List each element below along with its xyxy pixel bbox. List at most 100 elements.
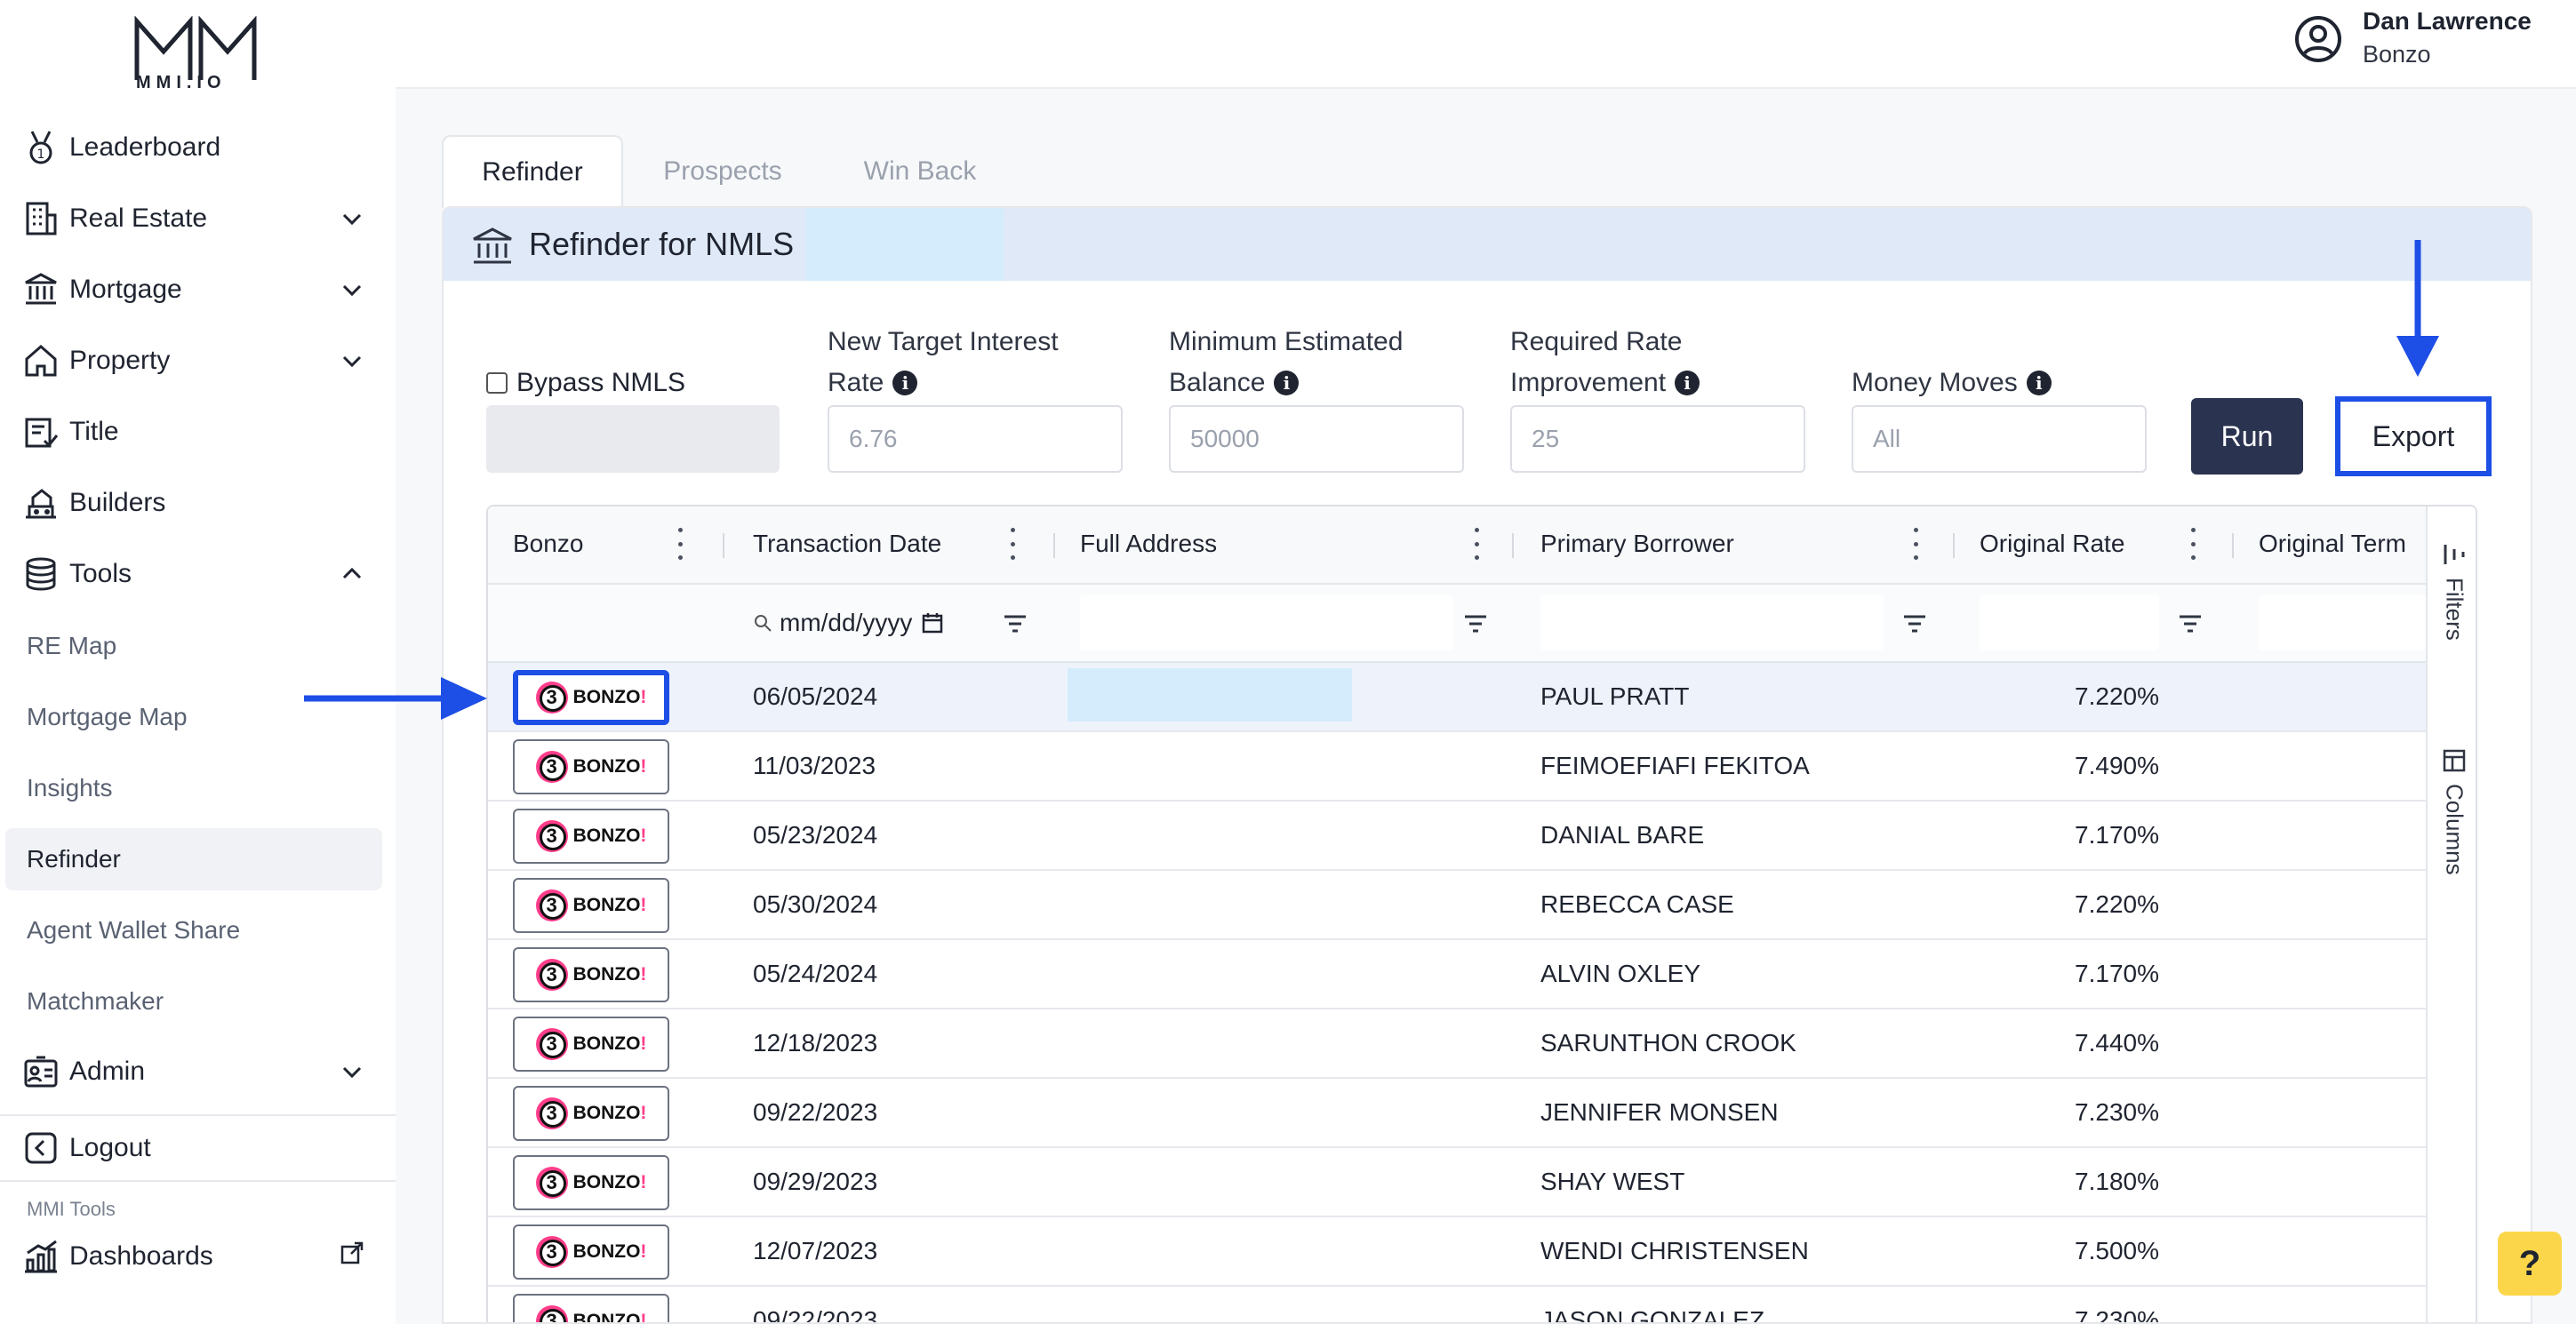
target-rate-label: New Target Interest Rate i — [828, 322, 1059, 403]
info-icon[interactable]: i — [1274, 371, 1300, 395]
table-row[interactable]: 3 BONZO! 09/29/2023 SHAY WEST 7.180% — [488, 1148, 2426, 1217]
sidebar-subitem-insights[interactable]: Insights — [27, 760, 113, 817]
bonzo-button[interactable]: 3 BONZO! — [513, 1224, 669, 1280]
sidebar-subitem-agent-wallet-share[interactable]: Agent Wallet Share — [27, 902, 240, 959]
cell-transaction-date: 12/18/2023 — [753, 1029, 878, 1057]
sidebar-item-logout[interactable]: Logout — [21, 1120, 373, 1176]
sidebar-item-label: Tools — [69, 559, 132, 588]
sidebar-item-builders[interactable]: Builders — [21, 475, 373, 531]
search-icon — [755, 615, 772, 632]
tab-win-back[interactable]: Win Back — [836, 135, 1004, 208]
bonzo-logo-icon: 3 BONZO! — [535, 889, 646, 921]
sidebar-item-dashboards[interactable]: Dashboards — [21, 1228, 373, 1285]
chevron-down-icon[interactable] — [340, 277, 364, 302]
table-row[interactable]: 3 BONZO! 11/03/2023 FEIMOEFIAFI FEKITOA 7.49… — [488, 732, 2426, 802]
sidebar-subitem-mortgage-map[interactable]: Mortgage Map — [27, 689, 188, 746]
column-separator[interactable] — [1512, 533, 1514, 558]
tab-prospects[interactable]: Prospects — [640, 135, 805, 208]
sidebar-item-real-estate[interactable]: Real Estate — [21, 190, 373, 247]
column-header-transaction-date[interactable]: Transaction Date — [753, 530, 941, 558]
filter-icon[interactable] — [1901, 611, 1928, 636]
title-document-icon — [21, 412, 60, 451]
run-button[interactable]: Run — [2191, 398, 2303, 475]
cell-primary-borrower: FEIMOEFIAFI FEKITOA — [1540, 752, 1810, 779]
chevron-down-icon[interactable] — [340, 348, 364, 373]
table-row[interactable]: 3 BONZO! 06/05/2024 PAUL PRATT 7.220% — [488, 663, 2426, 732]
sidebar-subitem-refinder[interactable]: Refinder — [27, 831, 121, 888]
annotation-arrow-down-icon — [2396, 240, 2439, 377]
external-link-icon[interactable] — [340, 1240, 364, 1265]
column-header-primary-borrower[interactable]: Primary Borrower — [1540, 530, 1734, 558]
column-header-full-address[interactable]: Full Address — [1080, 530, 1217, 558]
tab-refinder[interactable]: Refinder — [442, 135, 623, 208]
column-menu-icon[interactable] — [1007, 528, 1018, 560]
bonzo-button[interactable]: 3 BONZO! — [513, 670, 669, 725]
table-row[interactable]: 3 BONZO! 12/07/2023 WENDI CHRISTENSEN 7.500% — [488, 1217, 2426, 1287]
column-menu-icon[interactable] — [1471, 528, 1482, 560]
sidebar-subitem-matchmaker[interactable]: Matchmaker — [27, 973, 164, 1030]
cell-primary-borrower: PAUL PRATT — [1540, 682, 1690, 710]
filters-side-tab[interactable]: Filters — [2435, 542, 2474, 641]
sidebar-item-admin[interactable]: Admin — [21, 1043, 373, 1100]
table-row[interactable]: 3 BONZO! 09/22/2023 JENNIFER MONSEN 7.230% — [488, 1079, 2426, 1148]
filter-icon[interactable] — [1002, 611, 1028, 636]
target-rate-input[interactable]: 6.76 — [828, 405, 1123, 473]
bonzo-button[interactable]: 3 BONZO! — [513, 947, 669, 1002]
sidebar-item-mortgage[interactable]: Mortgage — [21, 261, 373, 318]
table-row[interactable]: 3 BONZO! 05/24/2024 ALVIN OXLEY 7.170% — [488, 940, 2426, 1009]
sidebar-item-title[interactable]: Title — [21, 403, 373, 460]
column-menu-icon[interactable] — [1910, 528, 1921, 560]
column-header-bonzo[interactable]: Bonzo — [513, 530, 583, 558]
calendar-icon[interactable] — [921, 611, 944, 634]
cell-original-rate: 7.180% — [2075, 1168, 2159, 1195]
checkbox-box[interactable] — [486, 372, 508, 394]
bonzo-button[interactable]: 3 BONZO! — [513, 809, 669, 864]
column-menu-icon[interactable] — [675, 528, 685, 560]
info-icon[interactable]: i — [892, 371, 918, 395]
table-row[interactable]: 3 BONZO! 05/23/2024 DANIAL BARE 7.170% — [488, 802, 2426, 871]
bonzo-button[interactable]: 3 BONZO! — [513, 739, 669, 794]
column-separator[interactable] — [2232, 533, 2234, 558]
help-button[interactable]: ? — [2498, 1232, 2562, 1296]
bonzo-button[interactable]: 3 BONZO! — [513, 878, 669, 933]
user-avatar-icon[interactable] — [2293, 14, 2343, 64]
sidebar-item-leaderboard[interactable]: 1 Leaderboard — [21, 119, 373, 176]
term-filter-input[interactable] — [2259, 595, 2426, 650]
sidebar-item-label: Dashboards — [69, 1241, 213, 1271]
money-moves-select[interactable]: All — [1852, 405, 2147, 473]
info-icon[interactable]: i — [1675, 371, 1700, 395]
chevron-down-icon[interactable] — [340, 1059, 364, 1084]
column-separator[interactable] — [1053, 533, 1055, 558]
bonzo-button[interactable]: 3 BONZO! — [513, 1086, 669, 1141]
chevron-up-icon[interactable] — [340, 562, 364, 586]
table-row[interactable]: 3 BONZO! 09/22/2023 JASON GONZALEZ 7.230% — [488, 1287, 2426, 1322]
address-filter-input[interactable] — [1080, 595, 1453, 650]
column-menu-icon[interactable] — [2188, 528, 2198, 560]
column-separator[interactable] — [1953, 533, 1955, 558]
sidebar-item-property[interactable]: Property — [21, 332, 373, 389]
column-separator[interactable] — [723, 533, 724, 558]
date-filter-input[interactable]: mm/dd/yyyy — [753, 597, 995, 649]
table-row[interactable]: 3 BONZO! 12/18/2023 SARUNTHON CROOK 7.440% — [488, 1009, 2426, 1079]
rate-filter-input[interactable] — [1980, 595, 2159, 650]
bonzo-button[interactable]: 3 BONZO! — [513, 1155, 669, 1210]
bonzo-button[interactable]: 3 BONZO! — [513, 1294, 669, 1322]
filter-icon[interactable] — [2177, 611, 2204, 636]
chevron-down-icon[interactable] — [340, 206, 364, 231]
sidebar-item-tools[interactable]: Tools — [21, 546, 373, 602]
info-icon[interactable]: i — [2026, 371, 2052, 395]
min-balance-input[interactable]: 50000 — [1169, 405, 1464, 473]
export-button[interactable]: Export — [2335, 396, 2492, 476]
filter-icon[interactable] — [1462, 611, 1489, 636]
user-name[interactable]: Dan Lawrence — [2363, 7, 2532, 36]
bonzo-button[interactable]: 3 BONZO! — [513, 1017, 669, 1072]
sidebar-subitem-re-map[interactable]: RE Map — [27, 618, 116, 674]
column-header-original-term[interactable]: Original Term — [2259, 530, 2406, 558]
borrower-filter-input[interactable] — [1540, 595, 1884, 650]
table-row[interactable]: 3 BONZO! 05/30/2024 REBECCA CASE 7.220% — [488, 871, 2426, 940]
columns-side-tab[interactable]: Columns — [2435, 748, 2474, 875]
bypass-nmls-checkbox[interactable]: Bypass NMLS — [486, 368, 685, 398]
checkbox-label: Bypass NMLS — [516, 368, 686, 397]
rate-improvement-input[interactable]: 25 — [1510, 405, 1805, 473]
column-header-original-rate[interactable]: Original Rate — [1980, 530, 2124, 558]
